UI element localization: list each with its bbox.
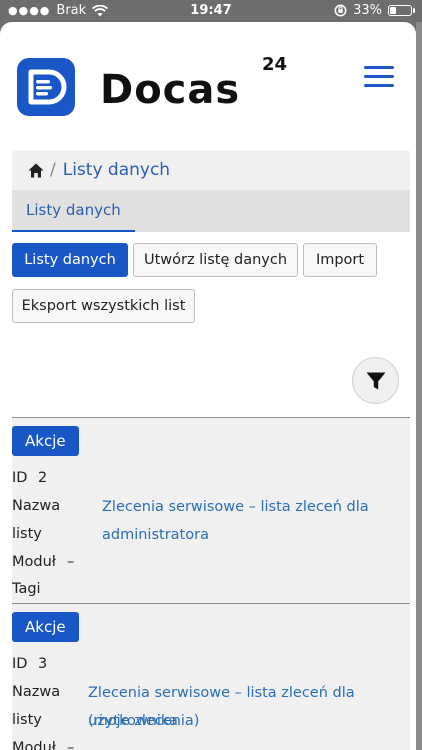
status-bar: ●●●● Brak 19:47 33% bbox=[0, 0, 422, 22]
battery-fill bbox=[390, 7, 397, 14]
hamburger-line bbox=[364, 84, 394, 87]
create-list-button[interactable]: Utwórz listę danych bbox=[133, 243, 298, 277]
list-name-link-cont[interactable]: administratora bbox=[102, 521, 209, 549]
import-button[interactable]: Import bbox=[303, 243, 377, 277]
id-value: 3 bbox=[38, 656, 48, 672]
name-label-cont: listy bbox=[12, 712, 42, 728]
breadcrumb: / Listy danych bbox=[12, 150, 410, 190]
name-label: Nazwa bbox=[12, 498, 61, 514]
id-label: ID bbox=[12, 470, 28, 486]
logo-superscript: 24 bbox=[262, 54, 288, 75]
list-record-2: Akcje ID 2 Nazwa listy Zlecenia serwisow… bbox=[12, 417, 410, 603]
tab-listy-danych[interactable]: Listy danych bbox=[12, 190, 135, 232]
module-label: Moduł bbox=[12, 554, 56, 570]
list-name-link-cont[interactable]: (moje zlecenia) bbox=[88, 707, 199, 735]
list-name-link[interactable]: Zlecenia serwisowe – lista zleceń dla bbox=[102, 493, 369, 521]
id-value: 2 bbox=[38, 470, 48, 486]
listy-danych-button[interactable]: Listy danych bbox=[12, 243, 128, 277]
actions-button[interactable]: Akcje bbox=[12, 612, 79, 642]
list-record-3: Akcje ID 3 Nazwa listy Zlecenia serwisow… bbox=[12, 603, 410, 750]
name-label-cont: listy bbox=[12, 526, 42, 542]
battery-percent: 33% bbox=[353, 3, 382, 18]
module-value: – bbox=[67, 740, 75, 750]
page: Docas 24 / Listy danych Listy danych Lis… bbox=[0, 22, 416, 750]
orientation-lock-icon bbox=[334, 4, 347, 17]
actions-button[interactable]: Akcje bbox=[12, 426, 79, 456]
id-label: ID bbox=[12, 656, 28, 672]
app-header: Docas 24 bbox=[0, 22, 416, 127]
home-icon[interactable] bbox=[28, 163, 44, 178]
battery-icon bbox=[388, 5, 415, 16]
hamburger-line bbox=[364, 66, 394, 69]
module-value: – bbox=[67, 554, 75, 570]
breadcrumb-current[interactable]: Listy danych bbox=[63, 160, 170, 180]
hamburger-line bbox=[364, 75, 394, 78]
filter-icon bbox=[366, 372, 385, 389]
hamburger-icon[interactable] bbox=[364, 66, 394, 88]
export-all-button[interactable]: Eksport wszystkich list bbox=[12, 289, 195, 323]
filter-button[interactable] bbox=[352, 357, 399, 404]
name-label: Nazwa bbox=[12, 684, 61, 700]
logo-text: Docas bbox=[100, 67, 241, 113]
breadcrumb-separator: / bbox=[50, 160, 56, 180]
module-label: Moduł bbox=[12, 740, 56, 750]
background-edge bbox=[416, 22, 422, 750]
tab-bar: Listy danych bbox=[12, 190, 410, 232]
tags-label: Tagi bbox=[12, 581, 41, 597]
status-right: 33% bbox=[334, 3, 415, 18]
logo-mark-icon bbox=[17, 58, 75, 116]
